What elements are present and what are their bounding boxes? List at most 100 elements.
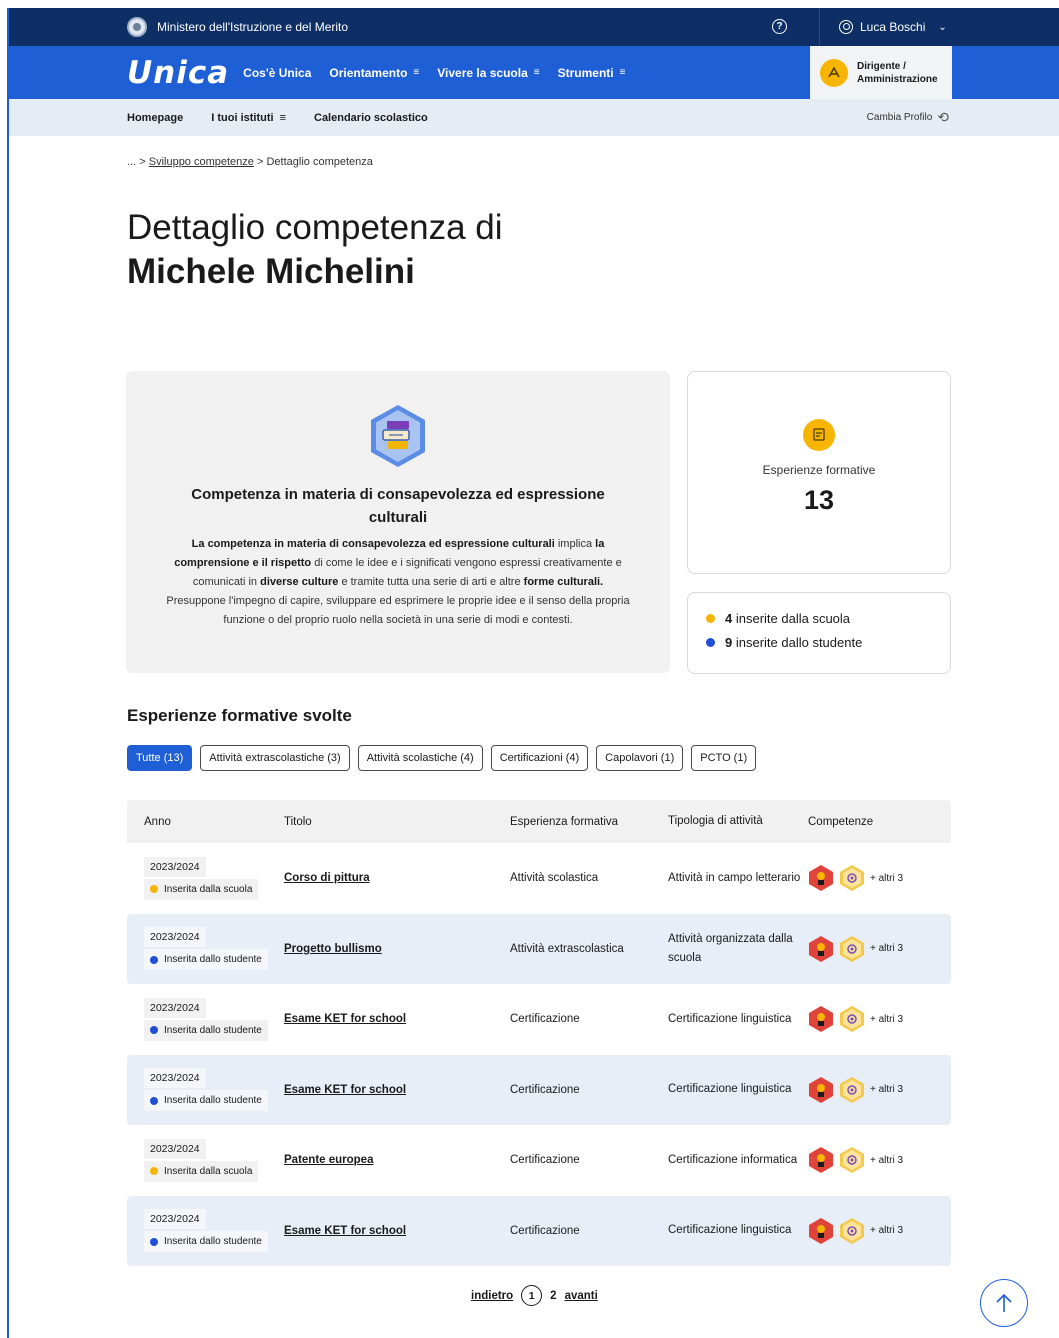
- school-count-label: inserite dalla scuola: [732, 611, 851, 626]
- experiences-label: Esperienze formative: [762, 463, 876, 477]
- experience-title-link[interactable]: Esame KET for school: [284, 1225, 406, 1237]
- desc-bold: forme culturali.: [523, 576, 604, 588]
- origin-tag: Inserita dallo studente: [144, 1090, 268, 1112]
- competence-badge-icon[interactable]: [839, 864, 865, 892]
- experience-title-link[interactable]: Patente europea: [284, 1154, 373, 1166]
- breadcrumb: ... > Sviluppo competenze > Dettaglio co…: [127, 156, 373, 168]
- breadcrumb-ellipsis[interactable]: ...: [127, 156, 136, 168]
- swap-icon: ⟲: [937, 109, 949, 125]
- table-row: 2023/2024 Inserita dallo studente Esame KE…: [127, 1054, 951, 1125]
- subnav-calendario[interactable]: Calendario scolastico: [314, 112, 428, 124]
- competence-badge-icon[interactable]: [839, 1217, 865, 1245]
- competence-badge-icon[interactable]: [839, 935, 865, 963]
- origin-label: Inserita dalla scuola: [164, 1165, 253, 1177]
- origin-dot-icon: [150, 1167, 158, 1176]
- filter-extrascolastiche[interactable]: Attività extrascolastiche (3): [200, 745, 350, 771]
- unica-logo[interactable]: Unica: [127, 55, 229, 91]
- origin-tag: Inserita dallo studente: [144, 1019, 268, 1041]
- experiences-table: Anno Titolo Esperienza formativa Tipolog…: [127, 800, 951, 1266]
- filter-tutte[interactable]: Tutte (13): [127, 745, 193, 771]
- table-row: 2023/2024 Inserita dalla scuola Patente eu…: [127, 1125, 951, 1196]
- student-name: Michele Michelini: [127, 252, 415, 291]
- cell-competenze: + altri 3: [808, 935, 951, 963]
- change-profile-button[interactable]: Cambia Profilo ⟲: [867, 99, 949, 136]
- pagination: indietro 1 2 avanti: [471, 1285, 598, 1306]
- origin-label: Inserita dallo studente: [164, 1095, 262, 1107]
- student-dot-icon: [706, 638, 715, 647]
- competence-badge-icon[interactable]: [808, 1146, 834, 1174]
- breadcrumb-current: Dettaglio competenza: [266, 156, 373, 168]
- competence-badge-icon[interactable]: [839, 1076, 865, 1104]
- origin-tag: Inserita dallo studente: [144, 949, 268, 971]
- nav-link-cose-unica[interactable]: Cos'è Unica: [243, 66, 311, 80]
- next-page-link[interactable]: avanti: [565, 1290, 598, 1302]
- more-competences[interactable]: + altri 3: [870, 1155, 903, 1166]
- school-dot-icon: [706, 614, 715, 623]
- competence-badge-icon[interactable]: [839, 1005, 865, 1033]
- page-title-line: Dettaglio competenza di: [127, 208, 503, 247]
- nav-link-strumenti[interactable]: Strumenti ≡: [558, 66, 626, 80]
- desc-text: Presuppone l'impegno di capire, sviluppa…: [166, 595, 630, 626]
- experience-title-link[interactable]: Esame KET for school: [284, 1013, 406, 1025]
- page-title: Dettaglio competenza di Michele Michelin…: [127, 206, 503, 294]
- subnav-homepage[interactable]: Homepage: [127, 112, 183, 124]
- experiences-split-card: 4 inserite dalla scuola 9 inserite dallo…: [687, 592, 951, 674]
- more-competences[interactable]: + altri 3: [870, 873, 903, 884]
- filter-scolastiche[interactable]: Attività scolastiche (4): [357, 745, 483, 771]
- arrow-up-icon: [996, 1293, 1012, 1312]
- origin-dot-icon: [150, 1026, 158, 1035]
- competence-badge-icon[interactable]: [808, 1076, 834, 1104]
- experience-title-link[interactable]: Esame KET for school: [284, 1084, 406, 1096]
- more-competences[interactable]: + altri 3: [870, 1084, 903, 1095]
- page-2-link[interactable]: 2: [550, 1290, 556, 1302]
- origin-dot-icon: [150, 955, 158, 964]
- competence-badge-icon[interactable]: [808, 864, 834, 892]
- origin-tag: Inserita dallo studente: [144, 1231, 268, 1253]
- competence-badge-icon[interactable]: [808, 1005, 834, 1033]
- role-line-2: Amministrazione: [857, 73, 938, 85]
- more-competences[interactable]: + altri 3: [870, 1014, 903, 1025]
- competence-badge-icon[interactable]: [808, 935, 834, 963]
- table-row: 2023/2024 Inserita dallo studente Progetto…: [127, 913, 951, 984]
- filter-capolavori[interactable]: Capolavori (1): [596, 745, 684, 771]
- role-selector[interactable]: Dirigente / Amministrazione: [810, 46, 952, 99]
- ministry-name[interactable]: Ministero dell'Istruzione e del Merito: [157, 20, 348, 34]
- sub-nav: Homepage I tuoi istituti ≡ Calendario sco…: [9, 99, 1059, 136]
- cell-titolo: Corso di pittura: [284, 872, 510, 884]
- origin-label: Inserita dallo studente: [164, 1024, 262, 1036]
- origin-dot-icon: [150, 1237, 158, 1246]
- cell-tipologia: Certificazione informatica: [668, 1153, 798, 1166]
- competence-description: La competenza in materia di consapevolez…: [166, 535, 630, 630]
- more-competences[interactable]: + altri 3: [870, 1225, 903, 1236]
- prev-page-link[interactable]: indietro: [471, 1290, 513, 1302]
- origin-tag: Inserita dalla scuola: [144, 1160, 259, 1182]
- table-row: 2023/2024 Inserita dallo studente Esame KE…: [127, 984, 951, 1055]
- breadcrumb-link-sviluppo[interactable]: Sviluppo competenze: [149, 156, 254, 168]
- certificate-icon: [803, 419, 835, 451]
- filter-pcto[interactable]: PCTO (1): [691, 745, 757, 771]
- competence-badge-icon[interactable]: [808, 1217, 834, 1245]
- experience-title-link[interactable]: Progetto bullismo: [284, 943, 382, 955]
- top-bar: Ministero dell'Istruzione e del Merito ?…: [9, 8, 1059, 46]
- cell-titolo: Esame KET for school: [284, 1084, 510, 1096]
- year-tag: 2023/2024: [144, 1209, 206, 1230]
- student-count-row: 9 inserite dallo studente: [706, 635, 950, 650]
- desc-bold: diverse culture: [260, 576, 339, 588]
- nav-link-vivere-la-scuola[interactable]: Vivere la scuola ≡: [437, 66, 539, 80]
- experience-title-link[interactable]: Corso di pittura: [284, 872, 370, 884]
- nav-link-label: Strumenti: [557, 65, 614, 80]
- help-icon[interactable]: ?: [772, 19, 787, 34]
- more-competences[interactable]: + altri 3: [870, 943, 903, 954]
- chevron-down-icon: ⌄: [938, 21, 947, 33]
- nav-link-orientamento[interactable]: Orientamento ≡: [329, 66, 419, 80]
- competence-badge-icon[interactable]: [839, 1146, 865, 1174]
- cell-esperienza: Certificazione: [510, 1224, 580, 1237]
- scroll-to-top-button[interactable]: [980, 1279, 1028, 1327]
- user-menu[interactable]: Luca Boschi ⌄: [839, 8, 947, 46]
- filter-chips: Tutte (13) Attività extrascolastiche (3)…: [127, 745, 757, 771]
- filter-certificazioni[interactable]: Certificazioni (4): [490, 745, 589, 771]
- subnav-tuoi-istituti[interactable]: I tuoi istituti ≡: [211, 112, 286, 124]
- subnav-label: I tuoi istituti: [211, 111, 274, 124]
- cell-tipologia: Certificazione linguistica: [668, 1012, 792, 1025]
- current-page[interactable]: 1: [521, 1285, 543, 1306]
